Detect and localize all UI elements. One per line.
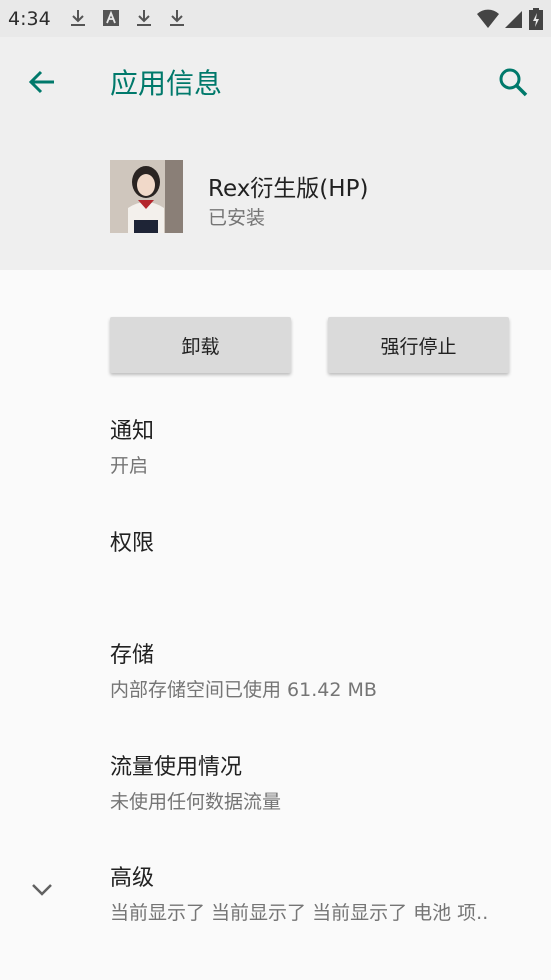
page-title: 应用信息 [110, 67, 223, 100]
status-time: 4:34 [8, 8, 51, 30]
pref-storage[interactable]: 存储 内部存储空间已使用 61.42 MB [110, 637, 377, 702]
pref-summary: 当前显示了 当前显示了 当前显示了 电池 项.. [110, 902, 489, 924]
download-icon [137, 10, 151, 26]
force-stop-button[interactable]: 强行停止 [328, 317, 509, 373]
pref-summary: 内部存储空间已使用 61.42 MB [110, 679, 377, 701]
notification-icons [68, 8, 187, 28]
app-icon [110, 160, 183, 233]
pref-title: 存储 [110, 643, 155, 668]
app-name: Rex衍生版(HP) [208, 176, 369, 202]
pref-title: 流量使用情况 [110, 755, 243, 780]
app-install-status: 已安装 [208, 207, 266, 229]
status-bar: 4:34 [0, 0, 551, 37]
signal-icon [505, 11, 522, 28]
pref-permissions[interactable]: 权限 [110, 525, 154, 557]
download-icon [71, 10, 85, 26]
download-icon [170, 10, 184, 26]
pref-title: 权限 [110, 531, 155, 556]
pref-summary: 开启 [110, 455, 149, 477]
pref-advanced[interactable]: 高级 当前显示了 当前显示了 当前显示了 电池 项.. [110, 860, 488, 925]
pref-title: 通知 [110, 419, 155, 444]
search-icon[interactable] [495, 64, 531, 100]
app-notification-icon [103, 10, 119, 26]
battery-charging-icon [529, 8, 543, 30]
app-icon-image [110, 160, 183, 233]
app-header: 应用信息 Rex衍生版(HP) 已安装 [0, 37, 551, 270]
arrow-back-icon[interactable] [24, 64, 60, 100]
pref-data-usage[interactable]: 流量使用情况 未使用任何数据流量 [110, 749, 281, 814]
chevron-down-icon[interactable] [28, 876, 56, 904]
pref-notifications[interactable]: 通知 开启 [110, 413, 154, 478]
system-icons [477, 8, 543, 30]
uninstall-button[interactable]: 卸载 [110, 317, 291, 373]
pref-summary: 未使用任何数据流量 [110, 791, 282, 813]
pref-title: 高级 [110, 866, 155, 891]
wifi-icon [477, 9, 499, 28]
